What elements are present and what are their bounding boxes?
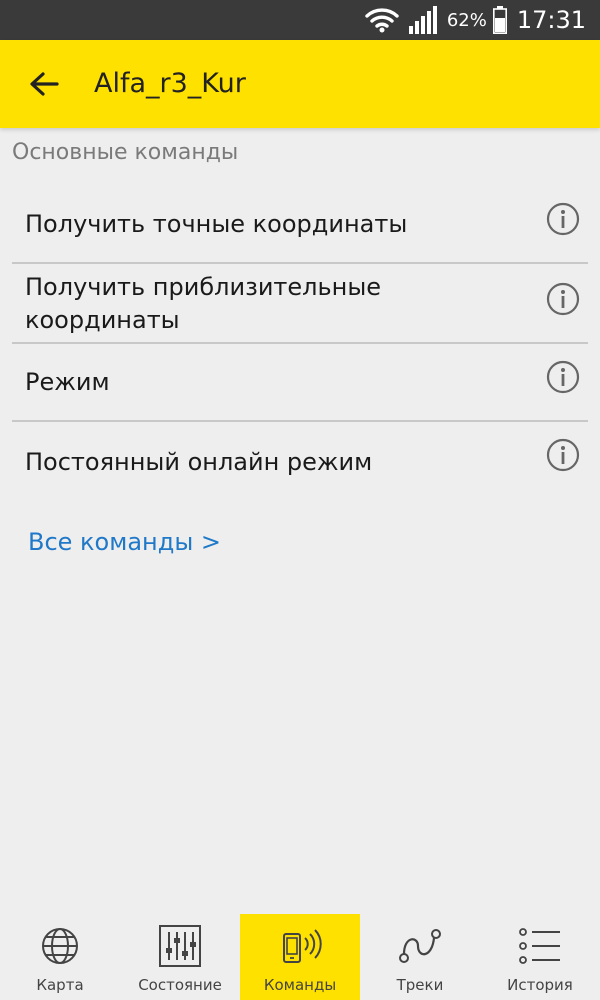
battery-icon xyxy=(492,6,507,34)
info-icon[interactable] xyxy=(546,360,580,394)
info-icon[interactable] xyxy=(546,438,580,472)
sliders-icon xyxy=(159,925,201,967)
command-item-mode[interactable]: Режим xyxy=(12,344,588,422)
nav-label: Команды xyxy=(263,976,337,994)
info-icon[interactable] xyxy=(546,282,580,316)
command-label: Получить приблизительные координаты xyxy=(25,273,382,334)
nav-item-state[interactable]: Состояние xyxy=(120,914,240,1000)
command-list: Получить точные координаты Получить приб… xyxy=(12,188,588,500)
command-label: Режим xyxy=(25,368,110,396)
nav-label: Карта xyxy=(36,976,84,994)
command-item-approx-coordinates[interactable]: Получить приблизительные координаты xyxy=(12,264,588,344)
list-icon xyxy=(519,928,560,964)
nav-item-tracks[interactable]: Треки xyxy=(360,914,480,1000)
page-title: Alfa_r3_Kur xyxy=(94,68,246,99)
command-label: Постоянный онлайн режим xyxy=(25,448,373,476)
info-icon[interactable] xyxy=(546,202,580,236)
nav-item-history[interactable]: История xyxy=(480,914,600,1000)
battery-percent: 62% xyxy=(446,9,487,31)
command-item-online-mode[interactable]: Постоянный онлайн режим xyxy=(12,422,588,500)
all-commands-link[interactable]: Все команды > xyxy=(28,528,221,556)
phone-signal-icon xyxy=(283,929,322,963)
signal-icon xyxy=(408,6,437,34)
app-bar: Alfa_r3_Kur xyxy=(0,40,600,128)
wifi-icon xyxy=(365,8,399,33)
nav-item-commands[interactable]: Команды xyxy=(240,914,360,1000)
nav-item-map[interactable]: Карта xyxy=(0,914,120,1000)
command-item-precise-coordinates[interactable]: Получить точные координаты xyxy=(12,188,588,264)
nav-label: История xyxy=(507,976,573,994)
section-title: Основные команды xyxy=(12,140,239,165)
status-icons: 62% 17:31 xyxy=(365,0,586,40)
command-label: Получить точные координаты xyxy=(25,210,408,238)
arrow-left-icon xyxy=(30,72,59,96)
clock: 17:31 xyxy=(516,6,586,34)
globe-icon xyxy=(42,928,78,964)
status-bar: 62% 17:31 xyxy=(0,0,600,40)
nav-label: Треки xyxy=(396,976,444,994)
nav-label: Состояние xyxy=(138,976,222,994)
bottom-nav: Карта Состояние Команды Треки История xyxy=(0,914,600,1000)
back-button[interactable] xyxy=(24,64,64,104)
track-icon xyxy=(399,929,441,963)
